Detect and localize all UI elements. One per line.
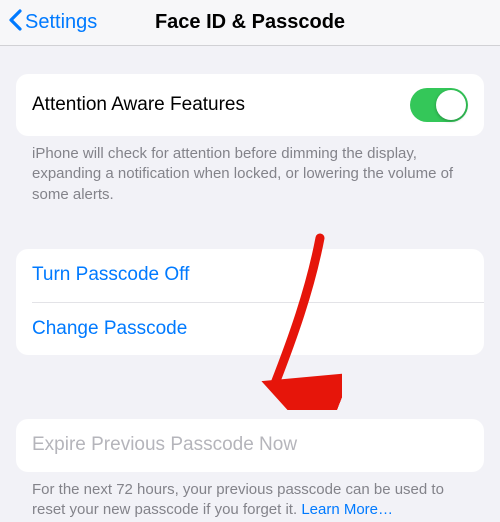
nav-bar: Settings Face ID & Passcode bbox=[0, 0, 500, 46]
expire-passcode-label: Expire Previous Passcode Now bbox=[32, 434, 297, 456]
attention-aware-label: Attention Aware Features bbox=[32, 94, 245, 116]
attention-aware-group: Attention Aware Features bbox=[16, 74, 484, 136]
expire-passcode-footer: For the next 72 hours, your previous pas… bbox=[32, 480, 468, 521]
change-passcode-label: Change Passcode bbox=[32, 318, 187, 340]
expire-passcode-group: Expire Previous Passcode Now bbox=[16, 419, 484, 472]
expire-passcode-button[interactable]: Expire Previous Passcode Now bbox=[16, 419, 484, 472]
turn-passcode-off-button[interactable]: Turn Passcode Off bbox=[16, 249, 484, 302]
learn-more-link[interactable]: Learn More… bbox=[301, 501, 393, 518]
attention-aware-toggle[interactable] bbox=[410, 88, 468, 122]
chevron-left-icon bbox=[8, 9, 23, 37]
attention-aware-row[interactable]: Attention Aware Features bbox=[16, 74, 484, 136]
back-button[interactable]: Settings bbox=[8, 9, 97, 37]
back-label: Settings bbox=[25, 11, 97, 34]
toggle-knob bbox=[436, 90, 466, 120]
change-passcode-button[interactable]: Change Passcode bbox=[32, 302, 484, 355]
attention-aware-footer: iPhone will check for attention before d… bbox=[32, 144, 468, 205]
turn-passcode-off-label: Turn Passcode Off bbox=[32, 264, 189, 286]
passcode-actions-group: Turn Passcode Off Change Passcode bbox=[16, 249, 484, 355]
